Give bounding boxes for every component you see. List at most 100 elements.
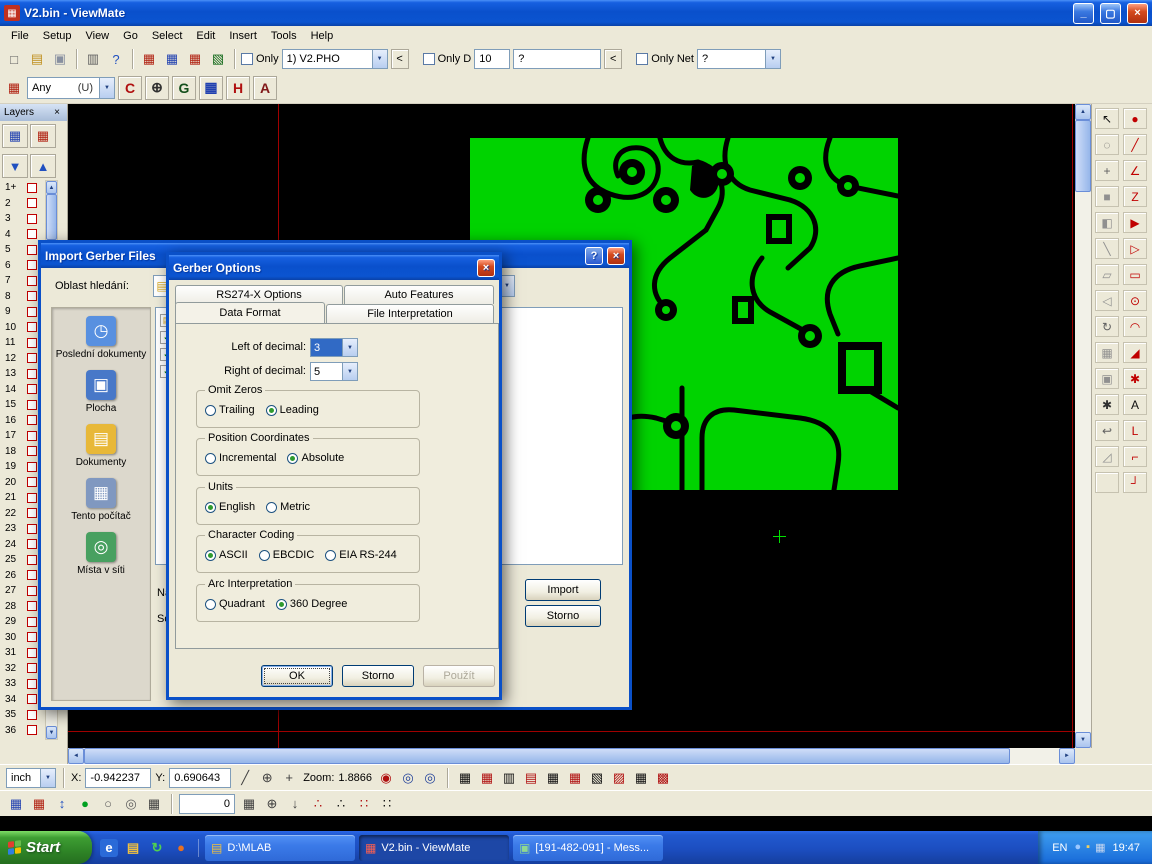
chevron-down-icon[interactable]: ▼ bbox=[342, 363, 357, 380]
layer-swatch[interactable] bbox=[27, 462, 37, 472]
anchor-icon[interactable]: ⊕ bbox=[262, 794, 282, 814]
layer-swatch[interactable] bbox=[27, 198, 37, 208]
tab-data-format[interactable]: Data Format bbox=[175, 302, 325, 323]
pattern-icon-10[interactable]: ▩ bbox=[653, 768, 673, 788]
radio-english[interactable]: English bbox=[205, 501, 255, 513]
start-button[interactable]: Start bbox=[0, 831, 92, 864]
layer-swatch[interactable] bbox=[27, 617, 37, 627]
layer-swatch[interactable] bbox=[27, 694, 37, 704]
scrollbar-thumb[interactable] bbox=[84, 748, 1010, 764]
redraw-icon[interactable]: ◌ bbox=[1095, 134, 1119, 155]
x-coordinate-input[interactable]: -0.942237 bbox=[85, 768, 151, 788]
select-mode-icon[interactable]: ▦ bbox=[4, 78, 24, 98]
scroll-down-icon[interactable]: ▼ bbox=[46, 726, 57, 739]
close-button[interactable]: × bbox=[1127, 3, 1148, 24]
highlight-h-icon[interactable]: H bbox=[226, 76, 250, 100]
pattern-icon-7[interactable]: ▧ bbox=[587, 768, 607, 788]
layer-up-icon[interactable]: ▲ bbox=[30, 154, 56, 178]
grid-tool-icon[interactable]: ▦ bbox=[1095, 342, 1119, 363]
chevron-down-icon[interactable]: ▼ bbox=[765, 50, 780, 68]
snap-icon[interactable]: + bbox=[279, 768, 299, 788]
tray-msg-icon[interactable]: ▪ bbox=[1086, 841, 1090, 854]
settings-icon[interactable]: ✱ bbox=[1095, 394, 1119, 415]
layer-swatch[interactable] bbox=[27, 508, 37, 518]
zoom-select-icon[interactable]: ◎ bbox=[420, 768, 440, 788]
grid-dots-icon[interactable]: ▦ bbox=[239, 794, 259, 814]
zigzag-tool-icon[interactable]: Z bbox=[1123, 186, 1147, 207]
flash-pattern-icon-3[interactable]: ∷ bbox=[354, 794, 374, 814]
probe-tool-icon[interactable]: ◿ bbox=[1095, 446, 1119, 467]
swap-layers-icon[interactable]: ↕ bbox=[52, 794, 72, 814]
task-mlab[interactable]: ▤D:\MLAB bbox=[205, 835, 355, 861]
scroll-down-icon[interactable]: ▼ bbox=[1075, 732, 1091, 748]
layer-swatch[interactable] bbox=[27, 245, 37, 255]
place-recent-docs[interactable]: ◷Poslední dokumenty bbox=[55, 316, 147, 360]
layer-swatch[interactable] bbox=[27, 725, 37, 735]
menu-tools[interactable]: Tools bbox=[264, 28, 304, 44]
layers-panel-header[interactable]: Layers × bbox=[0, 104, 67, 121]
right-decimal-combo[interactable]: 5 ▼ bbox=[310, 362, 358, 381]
place-computer[interactable]: ▦Tento počítač bbox=[55, 478, 147, 522]
layer-table-icon[interactable]: ▦ bbox=[2, 124, 28, 148]
task-message[interactable]: ▣[191-482-091] - Mess... bbox=[513, 835, 663, 861]
radio-button-icon[interactable] bbox=[266, 502, 277, 513]
left-decimal-combo[interactable]: 3 ▼ bbox=[310, 338, 358, 357]
layer-row[interactable]: 1+ bbox=[2, 180, 44, 196]
browser-quicklaunch-icon[interactable]: ● bbox=[172, 839, 190, 857]
triangle-tool-icon[interactable]: ▷ bbox=[1123, 238, 1147, 259]
radio-leading[interactable]: Leading bbox=[266, 404, 319, 416]
radio-360-degree[interactable]: 360 Degree bbox=[276, 598, 348, 610]
layer-row[interactable]: 3 bbox=[2, 211, 44, 227]
radio-button-icon[interactable] bbox=[266, 405, 277, 416]
radio-button-icon[interactable] bbox=[205, 502, 216, 513]
highlight-g-icon[interactable]: G bbox=[172, 76, 196, 100]
radio-button-icon[interactable] bbox=[205, 550, 216, 561]
layer-stack-icon[interactable]: ▦ bbox=[6, 794, 26, 814]
ok-button[interactable]: OK bbox=[261, 665, 333, 687]
circle-tool-icon[interactable]: ⊙ bbox=[1123, 290, 1147, 311]
folder-quicklaunch-icon[interactable]: ▤ bbox=[124, 839, 142, 857]
clock[interactable]: 19:47 bbox=[1112, 842, 1140, 854]
language-indicator[interactable]: EN bbox=[1052, 842, 1067, 854]
radio-button-icon[interactable] bbox=[287, 453, 298, 464]
layer-swatch[interactable] bbox=[27, 338, 37, 348]
film-table-icon[interactable]: ▦ bbox=[185, 49, 205, 69]
rotate-tool-icon[interactable]: ↻ bbox=[1095, 316, 1119, 337]
layer-swatch[interactable] bbox=[27, 586, 37, 596]
layer-row[interactable]: 2 bbox=[2, 196, 44, 212]
radio-button-icon[interactable] bbox=[259, 550, 270, 561]
layer-swatch[interactable] bbox=[27, 353, 37, 363]
layer-stack2-icon[interactable]: ▦ bbox=[29, 794, 49, 814]
only-layer-checkbox[interactable] bbox=[241, 53, 253, 65]
layer-swatch[interactable] bbox=[27, 539, 37, 549]
layer-swatch[interactable] bbox=[27, 477, 37, 487]
aperture-table-icon[interactable]: ▦ bbox=[162, 49, 182, 69]
layer-down-icon[interactable]: ▼ bbox=[2, 154, 28, 178]
flash-pattern-icon-1[interactable]: ∴ bbox=[308, 794, 328, 814]
arc-tool-icon[interactable]: ◠ bbox=[1123, 316, 1147, 337]
radio-eia-rs-244[interactable]: EIA RS-244 bbox=[325, 549, 396, 561]
minimize-button[interactable]: _ bbox=[1073, 3, 1094, 24]
scroll-right-icon[interactable]: ► bbox=[1059, 748, 1075, 764]
zoom-in-icon[interactable]: ◉ bbox=[376, 768, 396, 788]
scroll-left-icon[interactable]: ◄ bbox=[68, 748, 84, 764]
layer-swatch[interactable] bbox=[27, 384, 37, 394]
only-net-checkbox[interactable] bbox=[636, 53, 648, 65]
line-tool-icon[interactable]: ╱ bbox=[1123, 134, 1147, 155]
layer-swatch[interactable] bbox=[27, 400, 37, 410]
layer-swatch[interactable] bbox=[27, 260, 37, 270]
scroll-up-icon[interactable]: ▲ bbox=[46, 181, 57, 194]
layer-swatch[interactable] bbox=[27, 679, 37, 689]
layer-swatch[interactable] bbox=[27, 524, 37, 534]
layer-swatch[interactable] bbox=[27, 710, 37, 720]
menu-go[interactable]: Go bbox=[116, 28, 145, 44]
highlight-c-icon[interactable]: C bbox=[118, 76, 142, 100]
chevron-down-icon[interactable]: ▼ bbox=[99, 78, 114, 98]
target-icon[interactable]: ⊕ bbox=[145, 76, 169, 100]
close-button[interactable]: × bbox=[607, 247, 625, 265]
menu-file[interactable]: File bbox=[4, 28, 36, 44]
open-folder-icon[interactable]: ▤ bbox=[27, 49, 47, 69]
grid-select-icon[interactable]: ▦ bbox=[199, 76, 223, 100]
undo-icon[interactable]: ↩ bbox=[1095, 420, 1119, 441]
arrow-tool-icon[interactable]: ▶ bbox=[1123, 212, 1147, 233]
